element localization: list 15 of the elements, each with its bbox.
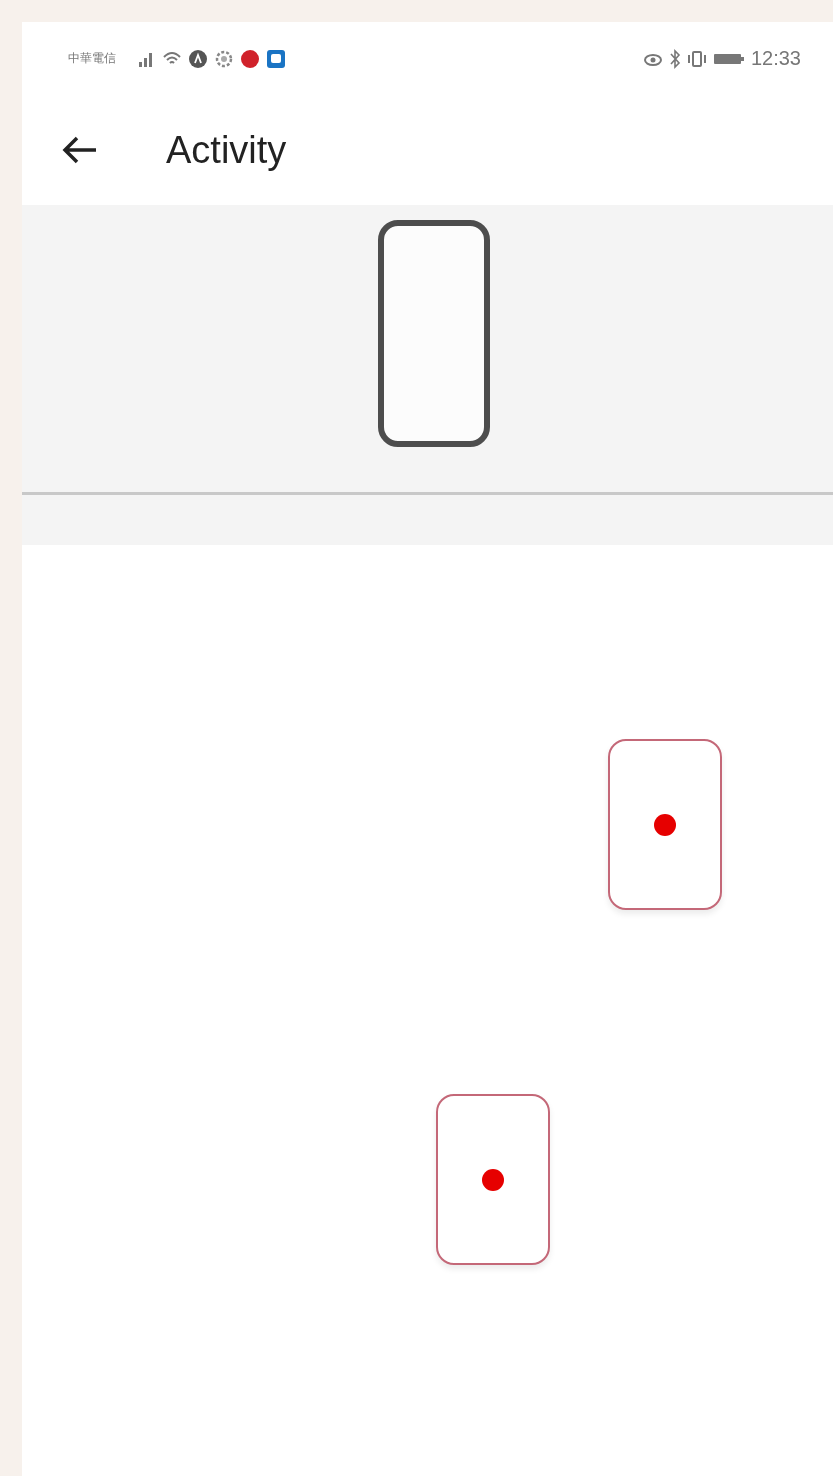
- dot-marker: [654, 813, 676, 836]
- screen-title: Activity: [166, 128, 287, 172]
- app-icon: [266, 48, 286, 69]
- clock-time: 12:33: [750, 47, 801, 70]
- card[interactable]: [608, 739, 722, 910]
- card[interactable]: [436, 1094, 550, 1265]
- back-button[interactable]: [62, 135, 98, 165]
- vibrate-icon: [686, 48, 707, 69]
- bluetooth-icon: [668, 48, 681, 69]
- app-icon: [240, 48, 260, 69]
- gear-icon: [214, 48, 234, 69]
- carrier-name: 中華電信: [68, 50, 116, 67]
- phone-outline-icon: [378, 220, 490, 447]
- dot-marker: [482, 1168, 504, 1191]
- app-icon: [188, 48, 208, 69]
